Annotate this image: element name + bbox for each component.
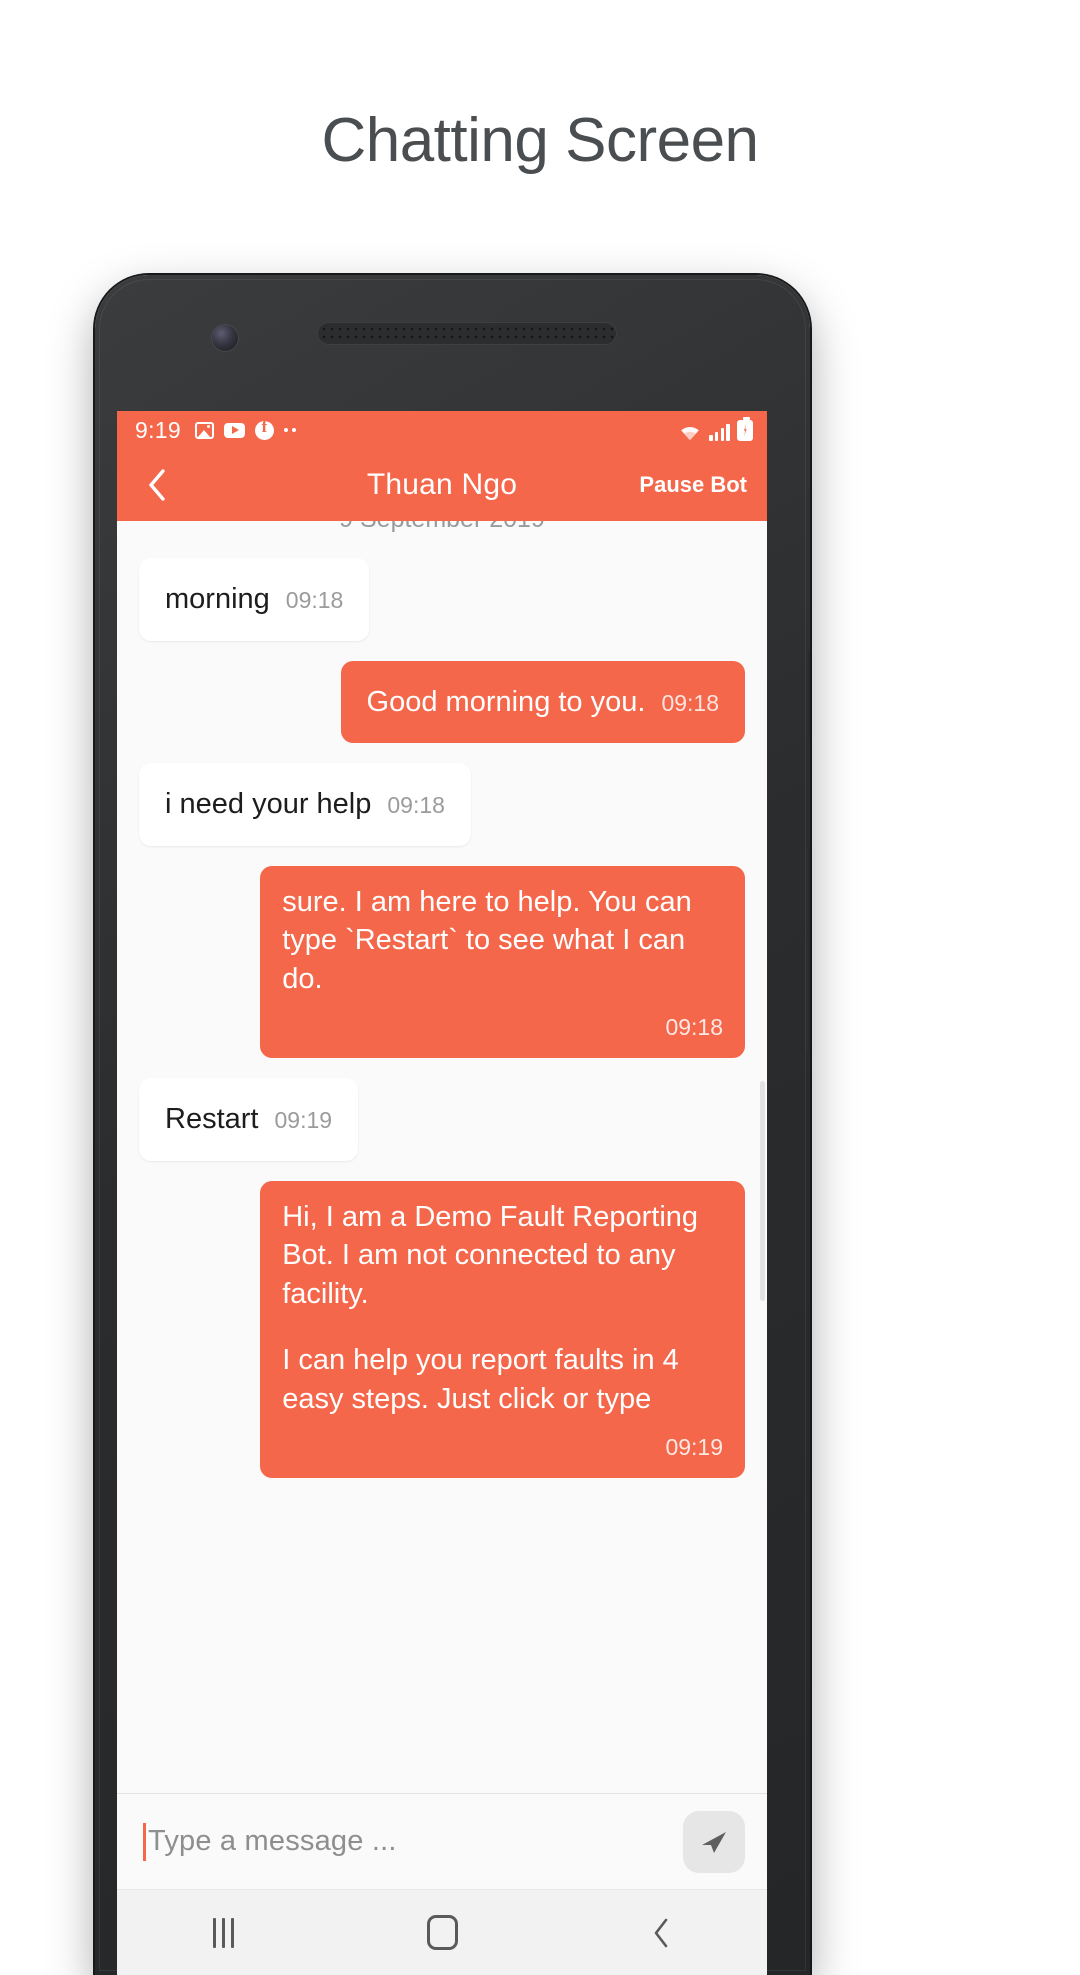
message-time: 09:19	[665, 1434, 723, 1461]
message-time: 09:18	[387, 792, 445, 819]
youtube-icon	[223, 422, 245, 438]
message-text: i need your help	[165, 788, 372, 821]
message-input[interactable]: Type a message ...	[148, 1825, 683, 1858]
date-divider: 9 September 2019	[139, 521, 745, 538]
earpiece-speaker	[317, 322, 617, 345]
android-navigation-bar	[117, 1889, 767, 1975]
message-text: I can help you report faults in 4 easy s…	[282, 1344, 679, 1415]
message-text: sure. I am here to help. You can type `R…	[282, 885, 692, 995]
send-button[interactable]	[683, 1810, 745, 1873]
chat-message-list[interactable]: 9 September 2019 morning 09:18 Good morn…	[117, 521, 767, 1793]
message-text: morning	[165, 583, 270, 615]
message-row[interactable]: i need your help 09:18	[139, 763, 745, 846]
phone-screen: 9:19 f Thuan Ngo Pause Bot morning 09:18…	[117, 411, 767, 1975]
message-text: Hi, I am a Demo Fault Reporting Bot. I a…	[282, 1200, 699, 1310]
outgoing-message-bubble[interactable]: Hi, I am a Demo Fault Reporting Bot. I a…	[260, 1180, 745, 1478]
back-icon[interactable]	[651, 1916, 671, 1950]
message-row[interactable]: Good morning to you. 09:18	[139, 660, 745, 744]
back-button[interactable]	[137, 465, 177, 505]
message-time: 09:18	[665, 1014, 723, 1041]
message-row[interactable]: Restart 09:19	[139, 1077, 745, 1161]
power-button[interactable]	[806, 650, 810, 742]
outgoing-message-bubble[interactable]: sure. I am here to help. You can type `R…	[260, 865, 745, 1058]
status-bar: 9:19	[117, 411, 767, 449]
app-bar: Thuan Ngo Pause Bot	[117, 449, 767, 521]
battery-charging-icon	[737, 417, 753, 441]
facebook-icon	[254, 417, 274, 440]
page-title: Chatting Screen	[321, 106, 759, 175]
message-text: Restart	[165, 1102, 259, 1135]
wifi-icon	[678, 423, 702, 441]
incoming-message-bubble[interactable]: Restart 09:19	[139, 1077, 359, 1161]
more-dots-icon	[283, 428, 296, 432]
status-bar-notification-icons	[194, 417, 296, 440]
signal-bars-icon	[709, 423, 730, 441]
message-time: 09:19	[274, 1106, 333, 1133]
front-camera-icon	[212, 325, 238, 351]
volume-button[interactable]	[806, 845, 810, 1055]
recents-icon[interactable]	[213, 1917, 235, 1948]
gallery-icon	[194, 421, 214, 439]
message-row[interactable]: Hi, I am a Demo Fault Reporting Bot. I a…	[139, 1180, 745, 1478]
incoming-message-bubble[interactable]: morning 09:18	[139, 558, 370, 641]
chat-scrollbar[interactable]	[760, 1081, 765, 1301]
message-text: Good morning to you.	[366, 685, 646, 718]
phone-device-frame: 9:19 f Thuan Ngo Pause Bot morning 09:18…	[95, 275, 810, 1975]
home-icon[interactable]	[426, 1915, 458, 1950]
message-row[interactable]: morning 09:18	[139, 558, 745, 641]
message-time: 09:18	[661, 689, 719, 716]
pause-bot-button[interactable]: Pause Bot	[639, 472, 747, 498]
message-row[interactable]: sure. I am here to help. You can type `R…	[139, 865, 745, 1058]
text-cursor	[143, 1822, 146, 1861]
status-bar-time: 9:19	[135, 416, 181, 443]
status-bar-system-icons	[678, 417, 753, 441]
message-input-bar: Type a message ...	[117, 1793, 767, 1889]
message-time: 09:18	[285, 587, 344, 613]
incoming-message-bubble[interactable]: i need your help 09:18	[139, 763, 471, 846]
outgoing-message-bubble[interactable]: Good morning to you. 09:18	[340, 660, 745, 744]
